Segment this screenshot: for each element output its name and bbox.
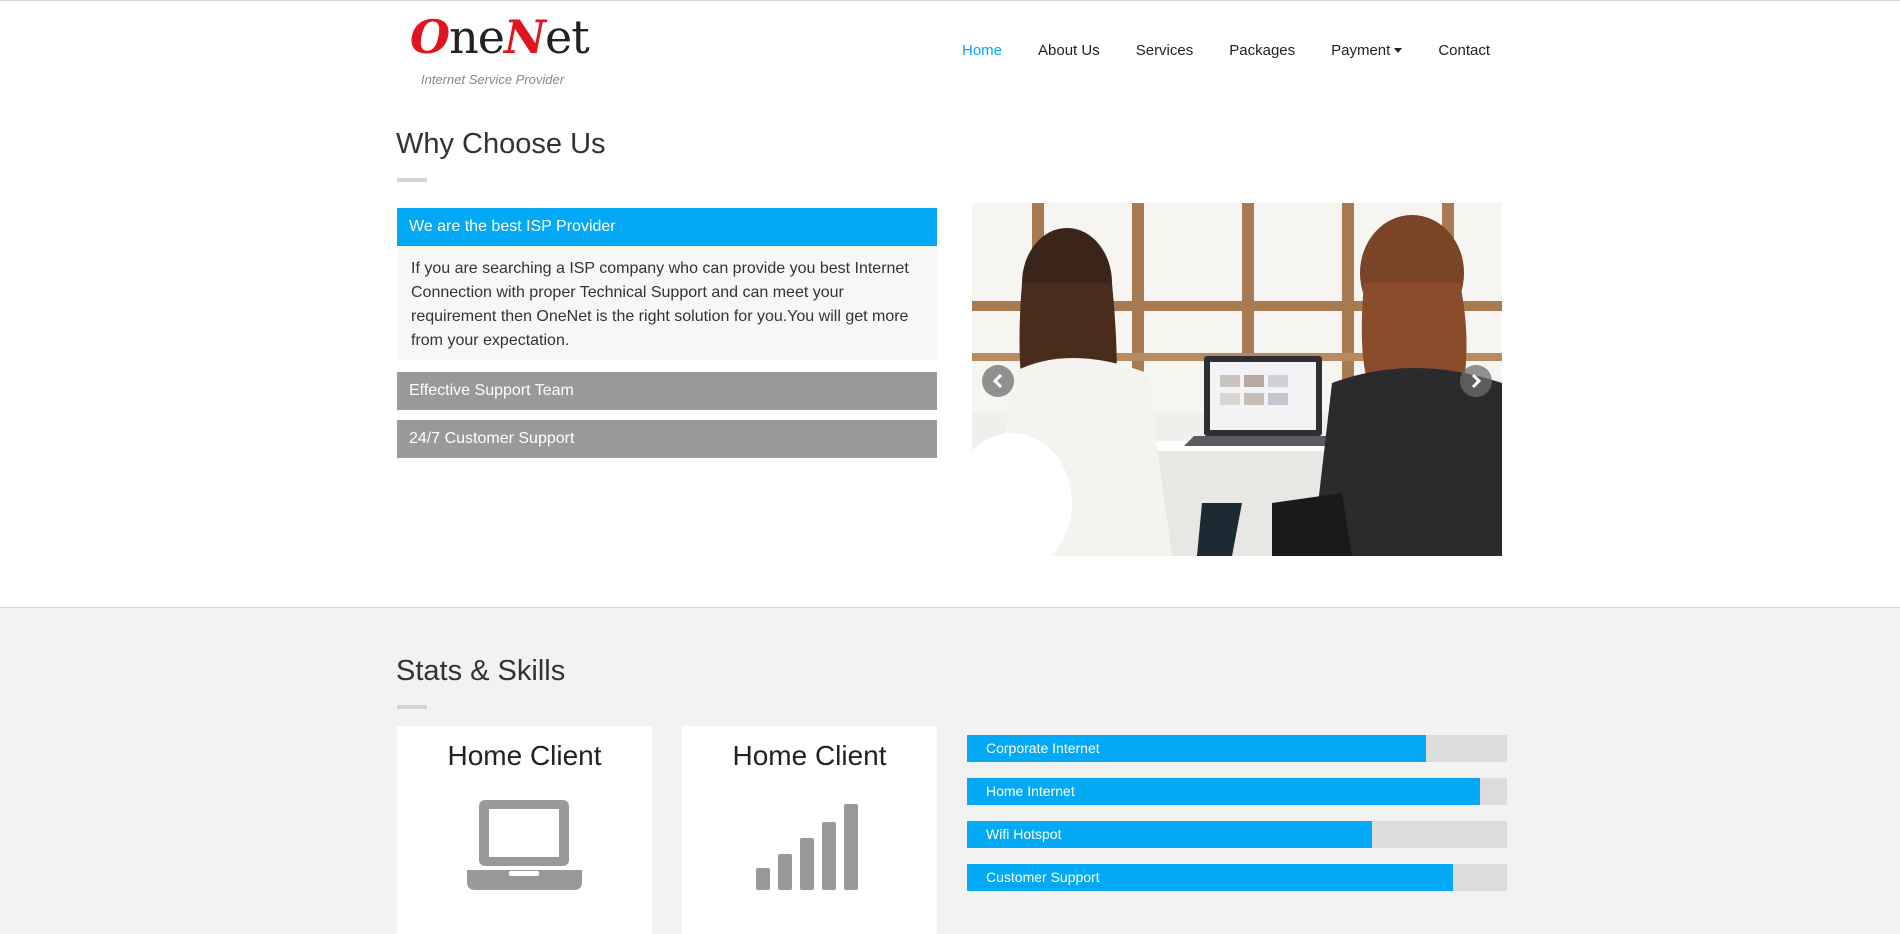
skill-bar-customer-support: Customer Support — [967, 864, 1507, 891]
top-border — [0, 0, 1900, 1]
skill-bar-wifi-hotspot: Wifi Hotspot — [967, 821, 1507, 848]
nav-contact[interactable]: Contact — [1438, 42, 1490, 59]
laptop-icon — [467, 800, 582, 890]
logo-tagline: Internet Service Provider — [421, 72, 565, 87]
logo[interactable]: OneNet Internet Service Provider — [410, 10, 590, 92]
accordion-header-best-isp[interactable]: We are the best ISP Provider — [397, 208, 937, 246]
skill-bar-label: Customer Support — [986, 869, 1100, 885]
chevron-right-icon — [1471, 373, 1482, 389]
main-nav: Home About Us Services Packages Payment … — [962, 40, 1526, 60]
carousel-prev-button[interactable] — [982, 365, 1014, 397]
stats-title: Stats & Skills — [396, 655, 566, 687]
nav-payment[interactable]: Payment — [1331, 41, 1403, 59]
carousel-photo — [972, 203, 1502, 556]
skill-bar-label: Wifi Hotspot — [986, 826, 1062, 842]
stat-card-title: Home Client — [732, 740, 887, 771]
nav-payment-label: Payment — [1331, 41, 1391, 59]
stats-title-underline — [397, 705, 427, 709]
nav-packages[interactable]: Packages — [1229, 42, 1295, 59]
why-choose-us-title: Why Choose Us — [396, 128, 606, 160]
accordion-body-best-isp: If you are searching a ISP company who c… — [397, 247, 937, 360]
stat-card-laptop: Home Client — [397, 726, 652, 934]
skill-bar-home-internet: Home Internet — [967, 778, 1507, 805]
title-underline — [397, 178, 427, 182]
chevron-left-icon — [992, 373, 1003, 389]
logo-wordmark: OneNet — [410, 10, 590, 64]
skill-bar-corporate-internet: Corporate Internet — [967, 735, 1507, 762]
signal-bars-icon — [756, 804, 858, 890]
caret-down-icon — [1394, 47, 1403, 53]
nav-home[interactable]: Home — [962, 42, 1002, 59]
nav-services[interactable]: Services — [1136, 42, 1194, 59]
stat-card-title: Home Client — [447, 740, 602, 771]
stat-card-signal: Home Client — [682, 726, 937, 934]
carousel-next-button[interactable] — [1460, 365, 1492, 397]
accordion-header-customer-support[interactable]: 24/7 Customer Support — [397, 420, 937, 458]
skill-bar-label: Home Internet — [986, 783, 1075, 799]
nav-about-us[interactable]: About Us — [1038, 42, 1100, 59]
stats-section — [0, 607, 1900, 934]
accordion-header-support-team[interactable]: Effective Support Team — [397, 372, 937, 410]
skill-bar-label: Corporate Internet — [986, 740, 1100, 756]
image-carousel — [972, 203, 1502, 556]
